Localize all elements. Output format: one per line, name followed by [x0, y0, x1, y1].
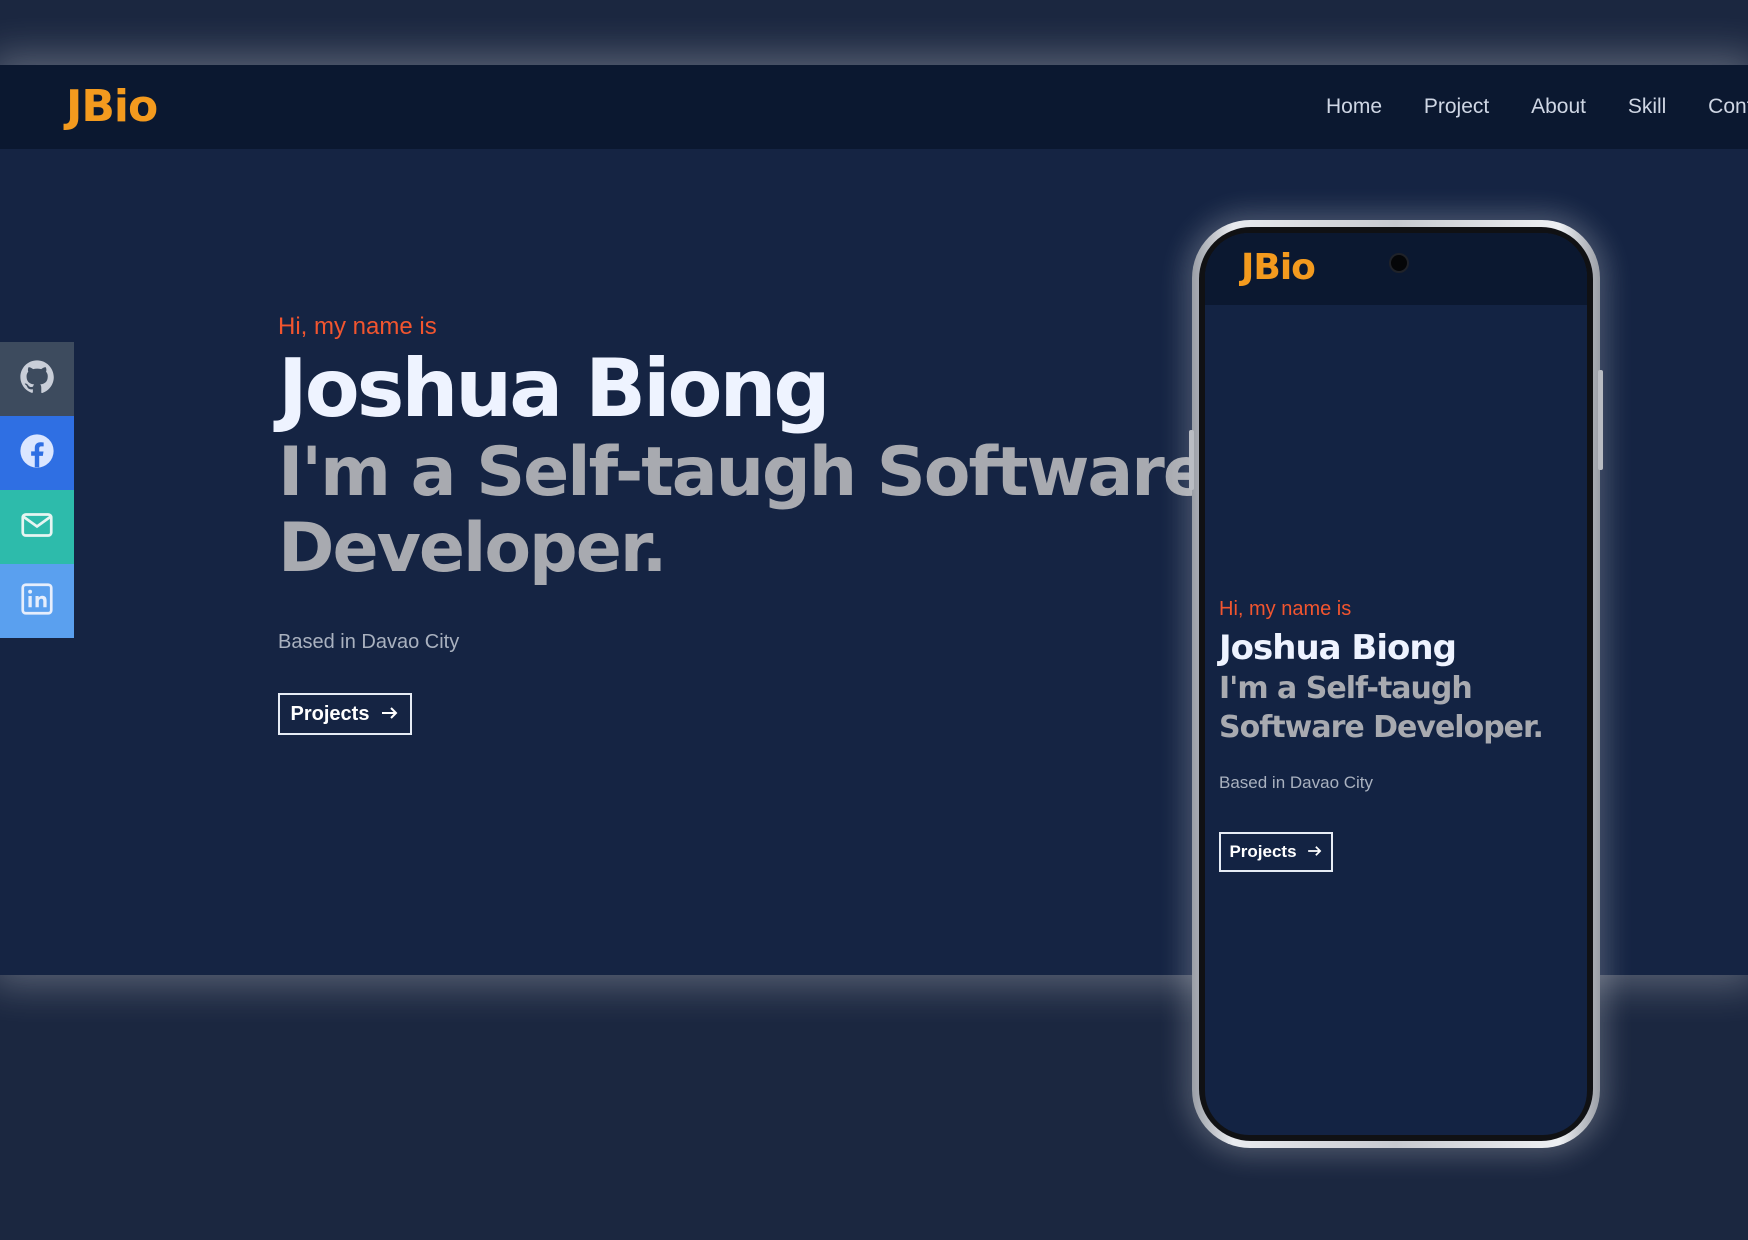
phone-name: Joshua Biong — [1219, 628, 1457, 668]
nav-item-skill[interactable]: Skill — [1628, 95, 1667, 119]
email-link[interactable] — [0, 490, 74, 564]
facebook-icon — [18, 432, 56, 475]
phone-screen: JBio Hi, my name is Joshua Biong I'm a S… — [1205, 233, 1587, 1135]
facebook-link[interactable] — [0, 416, 74, 490]
phone-location: Based in Davao City — [1219, 773, 1374, 792]
camera-icon — [1389, 253, 1409, 273]
phone-navbar: JBio — [1205, 233, 1587, 305]
phone-projects-button[interactable]: Projects — [1219, 832, 1333, 872]
phone-projects-label: Projects — [1229, 842, 1297, 861]
phone-logo[interactable]: JBio — [1241, 247, 1316, 288]
hero-name: Joshua Biong — [278, 342, 831, 435]
nav-menu: Home Project About Skill Cont — [1326, 95, 1748, 119]
phone-side-button — [1598, 370, 1603, 470]
nav-item-home[interactable]: Home — [1326, 95, 1382, 119]
github-link[interactable] — [0, 342, 74, 416]
mail-icon — [19, 507, 55, 548]
hero-section: Hi, my name is Joshua Biong I'm a Self-t… — [278, 313, 1218, 654]
top-navbar: JBio Home Project About Skill Cont — [0, 65, 1748, 149]
nav-item-project[interactable]: Project — [1424, 95, 1489, 119]
site-logo[interactable]: JBio — [66, 81, 158, 132]
phone-greeting: Hi, my name is — [1219, 598, 1352, 620]
arrow-right-icon — [1307, 842, 1323, 862]
hero-tagline: I'm a Self-taugh Software Developer. — [278, 433, 1209, 588]
arrow-right-icon — [381, 703, 399, 726]
phone-volume-button — [1189, 430, 1194, 490]
hero-location: Based in Davao City — [278, 631, 460, 653]
hero-greeting: Hi, my name is — [278, 313, 437, 340]
nav-item-contact[interactable]: Cont — [1708, 95, 1748, 119]
projects-button-label: Projects — [290, 702, 370, 725]
phone-mockup: JBio Hi, my name is Joshua Biong I'm a S… — [1189, 220, 1603, 1148]
github-icon — [18, 358, 56, 401]
nav-item-about[interactable]: About — [1531, 95, 1586, 119]
mockup-canvas: JBio Home Project About Skill Cont — [0, 0, 1748, 1240]
projects-button[interactable]: Projects — [278, 693, 412, 735]
linkedin-icon — [19, 581, 55, 622]
phone-tagline: I'm a Self-taugh Software Developer. — [1219, 671, 1544, 745]
social-sidebar — [0, 342, 74, 638]
linkedin-link[interactable] — [0, 564, 74, 638]
